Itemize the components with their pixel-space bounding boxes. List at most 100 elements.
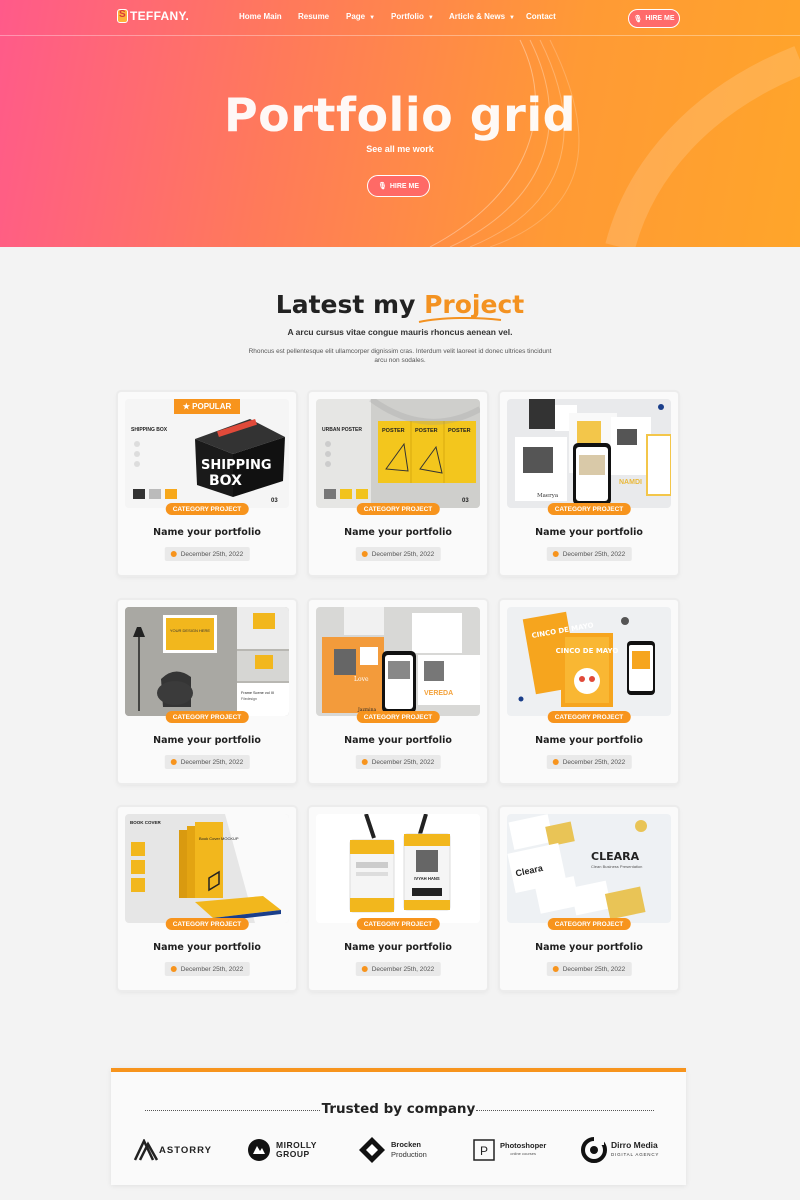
thumb-frame-text: YOUR DESIGN HERE [170, 628, 211, 633]
portfolio-thumbnail: CINCO DE MAYO CINCO DE MAYO [507, 607, 671, 716]
thumb-word: Maerya [537, 493, 559, 499]
logo-subtext: online courses [510, 1151, 537, 1156]
thumb-number: 03 [462, 498, 469, 504]
nav-item-article-news[interactable]: Article & News ▼ [449, 12, 515, 21]
category-badge[interactable]: CATEGORY PROJECT [165, 918, 249, 930]
portfolio-name[interactable]: Name your portfolio [118, 735, 296, 746]
calendar-dot-icon [361, 551, 368, 557]
date-badge: December 25th, 2022 [546, 755, 632, 769]
trusted-by-section: Trusted by company ASTORRY MIROLLY GROUP… [111, 1068, 686, 1185]
calendar-dot-icon [552, 551, 559, 557]
portfolio-thumbnail: Maerya NAMDI [507, 399, 671, 508]
mirolly-logo-icon [248, 1139, 270, 1161]
portfolio-card[interactable]: CINCO DE MAYO CINCO DE MAYO CATEGORY PRO… [500, 600, 678, 783]
category-badge[interactable]: CATEGORY PROJECT [547, 918, 631, 930]
category-badge[interactable]: CATEGORY PROJECT [356, 711, 440, 723]
calendar-dot-icon [361, 759, 368, 765]
nav-item-page[interactable]: Page ▼ [346, 12, 375, 21]
thumb-book-title: Book Cover MOCKUP [199, 836, 239, 841]
date-text: December 25th, 2022 [371, 965, 435, 973]
thumb-poster-text: POSTER [382, 428, 405, 434]
date-badge: December 25th, 2022 [355, 547, 441, 561]
microphone-icon: 🎙 [633, 15, 643, 23]
logo-text: Brocken [391, 1140, 422, 1149]
calendar-dot-icon [170, 759, 177, 765]
page-title: Portfolio grid [223, 88, 577, 142]
nav-item-label: Portfolio [391, 12, 424, 21]
company-logo-dirro[interactable]: Dirro Media DIGITAL AGENCY [581, 1136, 659, 1164]
calendar-dot-icon [361, 966, 368, 972]
company-logo-brocken[interactable]: Brocken Production [358, 1136, 427, 1164]
logo-text: Dirro Media [611, 1140, 658, 1150]
photoshoper-logo-icon: P [473, 1139, 495, 1161]
thumb-word: VEREDA [424, 690, 453, 697]
thumb-poster-text: POSTER [415, 428, 438, 434]
date-badge: December 25th, 2022 [355, 755, 441, 769]
portfolio-name[interactable]: Name your portfolio [118, 527, 296, 538]
category-badge[interactable]: CATEGORY PROJECT [165, 503, 249, 515]
nav-item-label: Resume [298, 12, 330, 21]
dirro-logo-icon [581, 1137, 607, 1163]
thumb-big-text-1: SHIPPING [201, 458, 272, 473]
section-title: Latest my Project [0, 290, 800, 319]
category-badge[interactable]: CATEGORY PROJECT [547, 503, 631, 515]
chevron-down-icon: ▼ [509, 15, 515, 21]
date-badge: December 25th, 2022 [164, 547, 250, 561]
thumb-brand: CLEARA [591, 850, 640, 863]
date-text: December 25th, 2022 [562, 758, 626, 766]
portfolio-name[interactable]: Name your portfolio [309, 735, 487, 746]
date-text: December 25th, 2022 [371, 550, 435, 558]
nav-item-portfolio[interactable]: Portfolio ▼ [391, 12, 434, 21]
nav-item-contact[interactable]: Contact [526, 12, 556, 21]
portfolio-name[interactable]: Name your portfolio [500, 735, 678, 746]
portfolio-card[interactable]: YOUR DESIGN HERE Frame Scene vol III Fil… [118, 600, 296, 783]
thumb-word: CINCO DE MAYO [556, 647, 619, 655]
logo-text: ASTORRY [159, 1144, 212, 1156]
company-logo-photoshoper[interactable]: P Photoshoper online courses [472, 1136, 546, 1164]
thumb-word: NAMDI [619, 479, 642, 486]
portfolio-card[interactable]: SHIPPING BOX SHIPPING BOX 03 CATEGORY PR… [118, 392, 296, 575]
portfolio-name[interactable]: Name your portfolio [118, 942, 296, 953]
logo-subtext: GROUP [276, 1149, 310, 1159]
thumb-label: Frame Scene vol III [241, 691, 274, 695]
portfolio-thumbnail: BOOK COVER Book Cover MOCKUP [125, 814, 289, 923]
nav-item-resume[interactable]: Resume [298, 12, 329, 21]
thumb-poster-text: POSTER [448, 428, 471, 434]
hero-hire-button[interactable]: 🎙 HIRE ME [367, 175, 430, 197]
nav-item-home-main[interactable]: Home Main [239, 12, 282, 21]
portfolio-name[interactable]: Name your portfolio [309, 527, 487, 538]
category-badge[interactable]: CATEGORY PROJECT [547, 711, 631, 723]
thumb-heading: BOOK COVER [130, 820, 162, 825]
thumb-number: 03 [271, 498, 278, 504]
main-menu: Home Main Resume Page ▼ Portfolio ▼ Articl… [0, 12, 800, 26]
portfolio-card[interactable]: BOOK COVER Book Cover MOCKUP CATEGORY PR… [118, 807, 296, 990]
company-logo-mirolly[interactable]: MIROLLY GROUP [247, 1136, 317, 1164]
portfolio-name[interactable]: Name your portfolio [500, 527, 678, 538]
portfolio-card[interactable]: IVYAH HANS CATEGORY PROJECT Name your po… [309, 807, 487, 990]
portfolio-name[interactable]: Name your portfolio [309, 942, 487, 953]
portfolio-card[interactable]: Love VEREDA Jazmina CATEGORY PROJECT Nam… [309, 600, 487, 783]
category-badge[interactable]: CATEGORY PROJECT [356, 503, 440, 515]
thumb-sublabel: Filedesign [241, 697, 257, 701]
category-badge[interactable]: CATEGORY PROJECT [356, 918, 440, 930]
hero-hire-label: HIRE ME [389, 182, 420, 190]
portfolio-card[interactable]: Maerya NAMDI CATEGORY PROJECT Name your … [500, 392, 678, 575]
calendar-dot-icon [170, 551, 177, 557]
microphone-icon: 🎙 [377, 183, 387, 190]
hero-subtitle: See all me work [366, 144, 434, 154]
thumb-big-text-2: BOX [209, 473, 242, 489]
date-text: December 25th, 2022 [180, 550, 244, 558]
section-title-accent: Project [424, 290, 525, 319]
portfolio-card[interactable]: URBAN POSTER POSTER POSTER POSTER 03 CAT… [309, 392, 487, 575]
company-logo-astorry[interactable]: ASTORRY [133, 1136, 212, 1164]
chevron-down-icon: ▼ [369, 15, 376, 21]
portfolio-name[interactable]: Name your portfolio [500, 942, 678, 953]
trusted-title: Trusted by company [321, 1101, 476, 1117]
thumb-tagline: Clean Business Presentation [591, 864, 642, 869]
date-badge: December 25th, 2022 [355, 962, 441, 976]
portfolio-card[interactable]: Cleara CLEARA Clean Business Presentatio… [500, 807, 678, 990]
nav-hire-button[interactable]: 🎙 HIRE ME [628, 9, 680, 28]
category-badge[interactable]: CATEGORY PROJECT [165, 711, 249, 723]
logo-text: Photoshoper [500, 1141, 547, 1150]
chevron-down-icon: ▼ [427, 15, 434, 21]
